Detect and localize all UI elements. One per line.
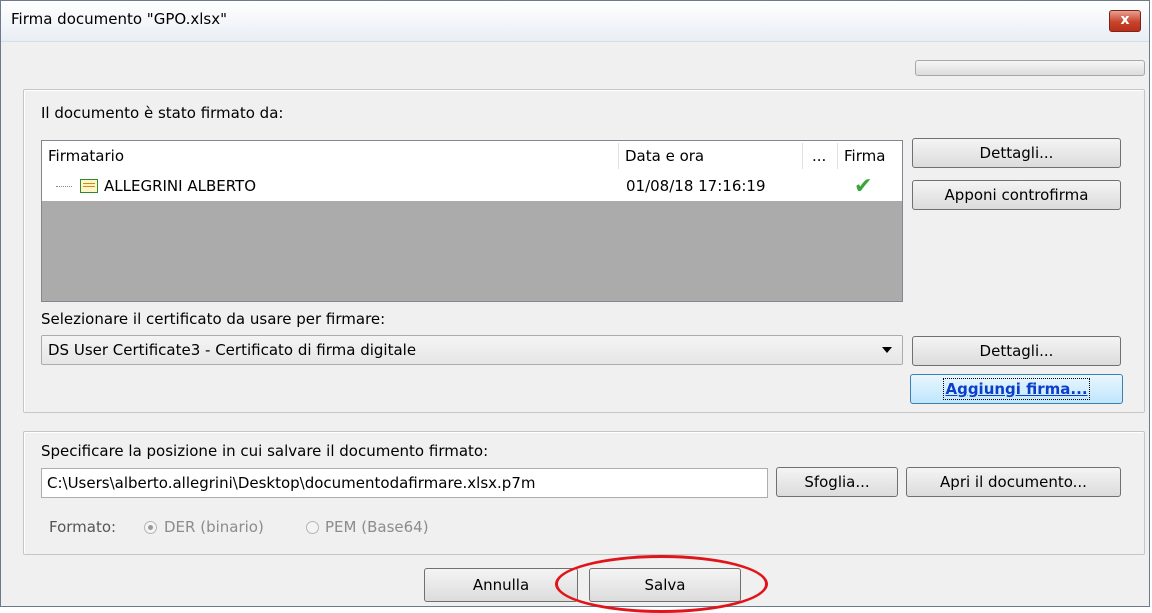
certificate-details-button[interactable]: Dettagli... xyxy=(912,336,1121,366)
column-datetime[interactable]: Data e ora xyxy=(619,141,799,171)
countersign-button[interactable]: Apponi controfirma xyxy=(912,180,1121,210)
cancel-button[interactable]: Annulla xyxy=(424,568,578,602)
column-signer[interactable]: Firmatario xyxy=(42,141,618,171)
save-button[interactable]: Salva xyxy=(589,568,741,602)
format-pem-radio[interactable] xyxy=(306,521,319,534)
format-der-label: DER (binario) xyxy=(164,518,264,536)
tree-connector xyxy=(56,186,72,187)
check-icon: ✔ xyxy=(854,174,873,199)
format-label: Formato: xyxy=(49,518,117,536)
signer-name: ALLEGRINI ALBERTO xyxy=(104,177,257,195)
chevron-down-icon xyxy=(882,347,892,353)
signatures-list[interactable]: Firmatario Data e ora ... Firma ALLEGRIN… xyxy=(41,140,903,302)
progress-bar xyxy=(915,60,1145,76)
save-location-label: Specificare la posizione in cui salvare … xyxy=(41,442,489,460)
certificate-select[interactable]: DS User Certificate3 - Certificato di fi… xyxy=(41,335,903,365)
certificate-selected-value: DS User Certificate3 - Certificato di fi… xyxy=(48,341,417,359)
window-title: Firma documento "GPO.xlsx" xyxy=(11,10,227,28)
signature-datetime: 01/08/18 17:16:19 xyxy=(626,177,766,195)
format-der-radio[interactable] xyxy=(144,521,157,534)
add-signature-button[interactable]: Aggiungi firma... xyxy=(910,374,1123,404)
details-button[interactable]: Dettagli... xyxy=(912,138,1121,168)
title-bar: Firma documento "GPO.xlsx" x xyxy=(1,1,1149,42)
format-pem-label: PEM (Base64) xyxy=(325,518,429,536)
certificate-icon xyxy=(80,179,98,193)
open-document-button[interactable]: Apri il documento... xyxy=(906,467,1121,497)
close-icon: x xyxy=(1120,12,1130,28)
certificate-label: Selezionare il certificato da usare per … xyxy=(41,310,386,328)
column-signature[interactable]: Firma xyxy=(838,141,904,171)
table-row[interactable]: ALLEGRINI ALBERTO 01/08/18 17:16:19 ✔ xyxy=(42,171,902,201)
browse-button[interactable]: Sfoglia... xyxy=(776,467,898,497)
signed-by-label: Il documento è stato firmato da: xyxy=(41,104,284,122)
dialog-window: Firma documento "GPO.xlsx" x Il document… xyxy=(0,0,1150,607)
close-button[interactable]: x xyxy=(1109,10,1141,32)
save-path-input[interactable] xyxy=(42,469,767,497)
list-header: Firmatario Data e ora ... Firma xyxy=(42,141,902,172)
save-path-field[interactable] xyxy=(41,468,768,498)
column-more[interactable]: ... xyxy=(808,141,838,171)
